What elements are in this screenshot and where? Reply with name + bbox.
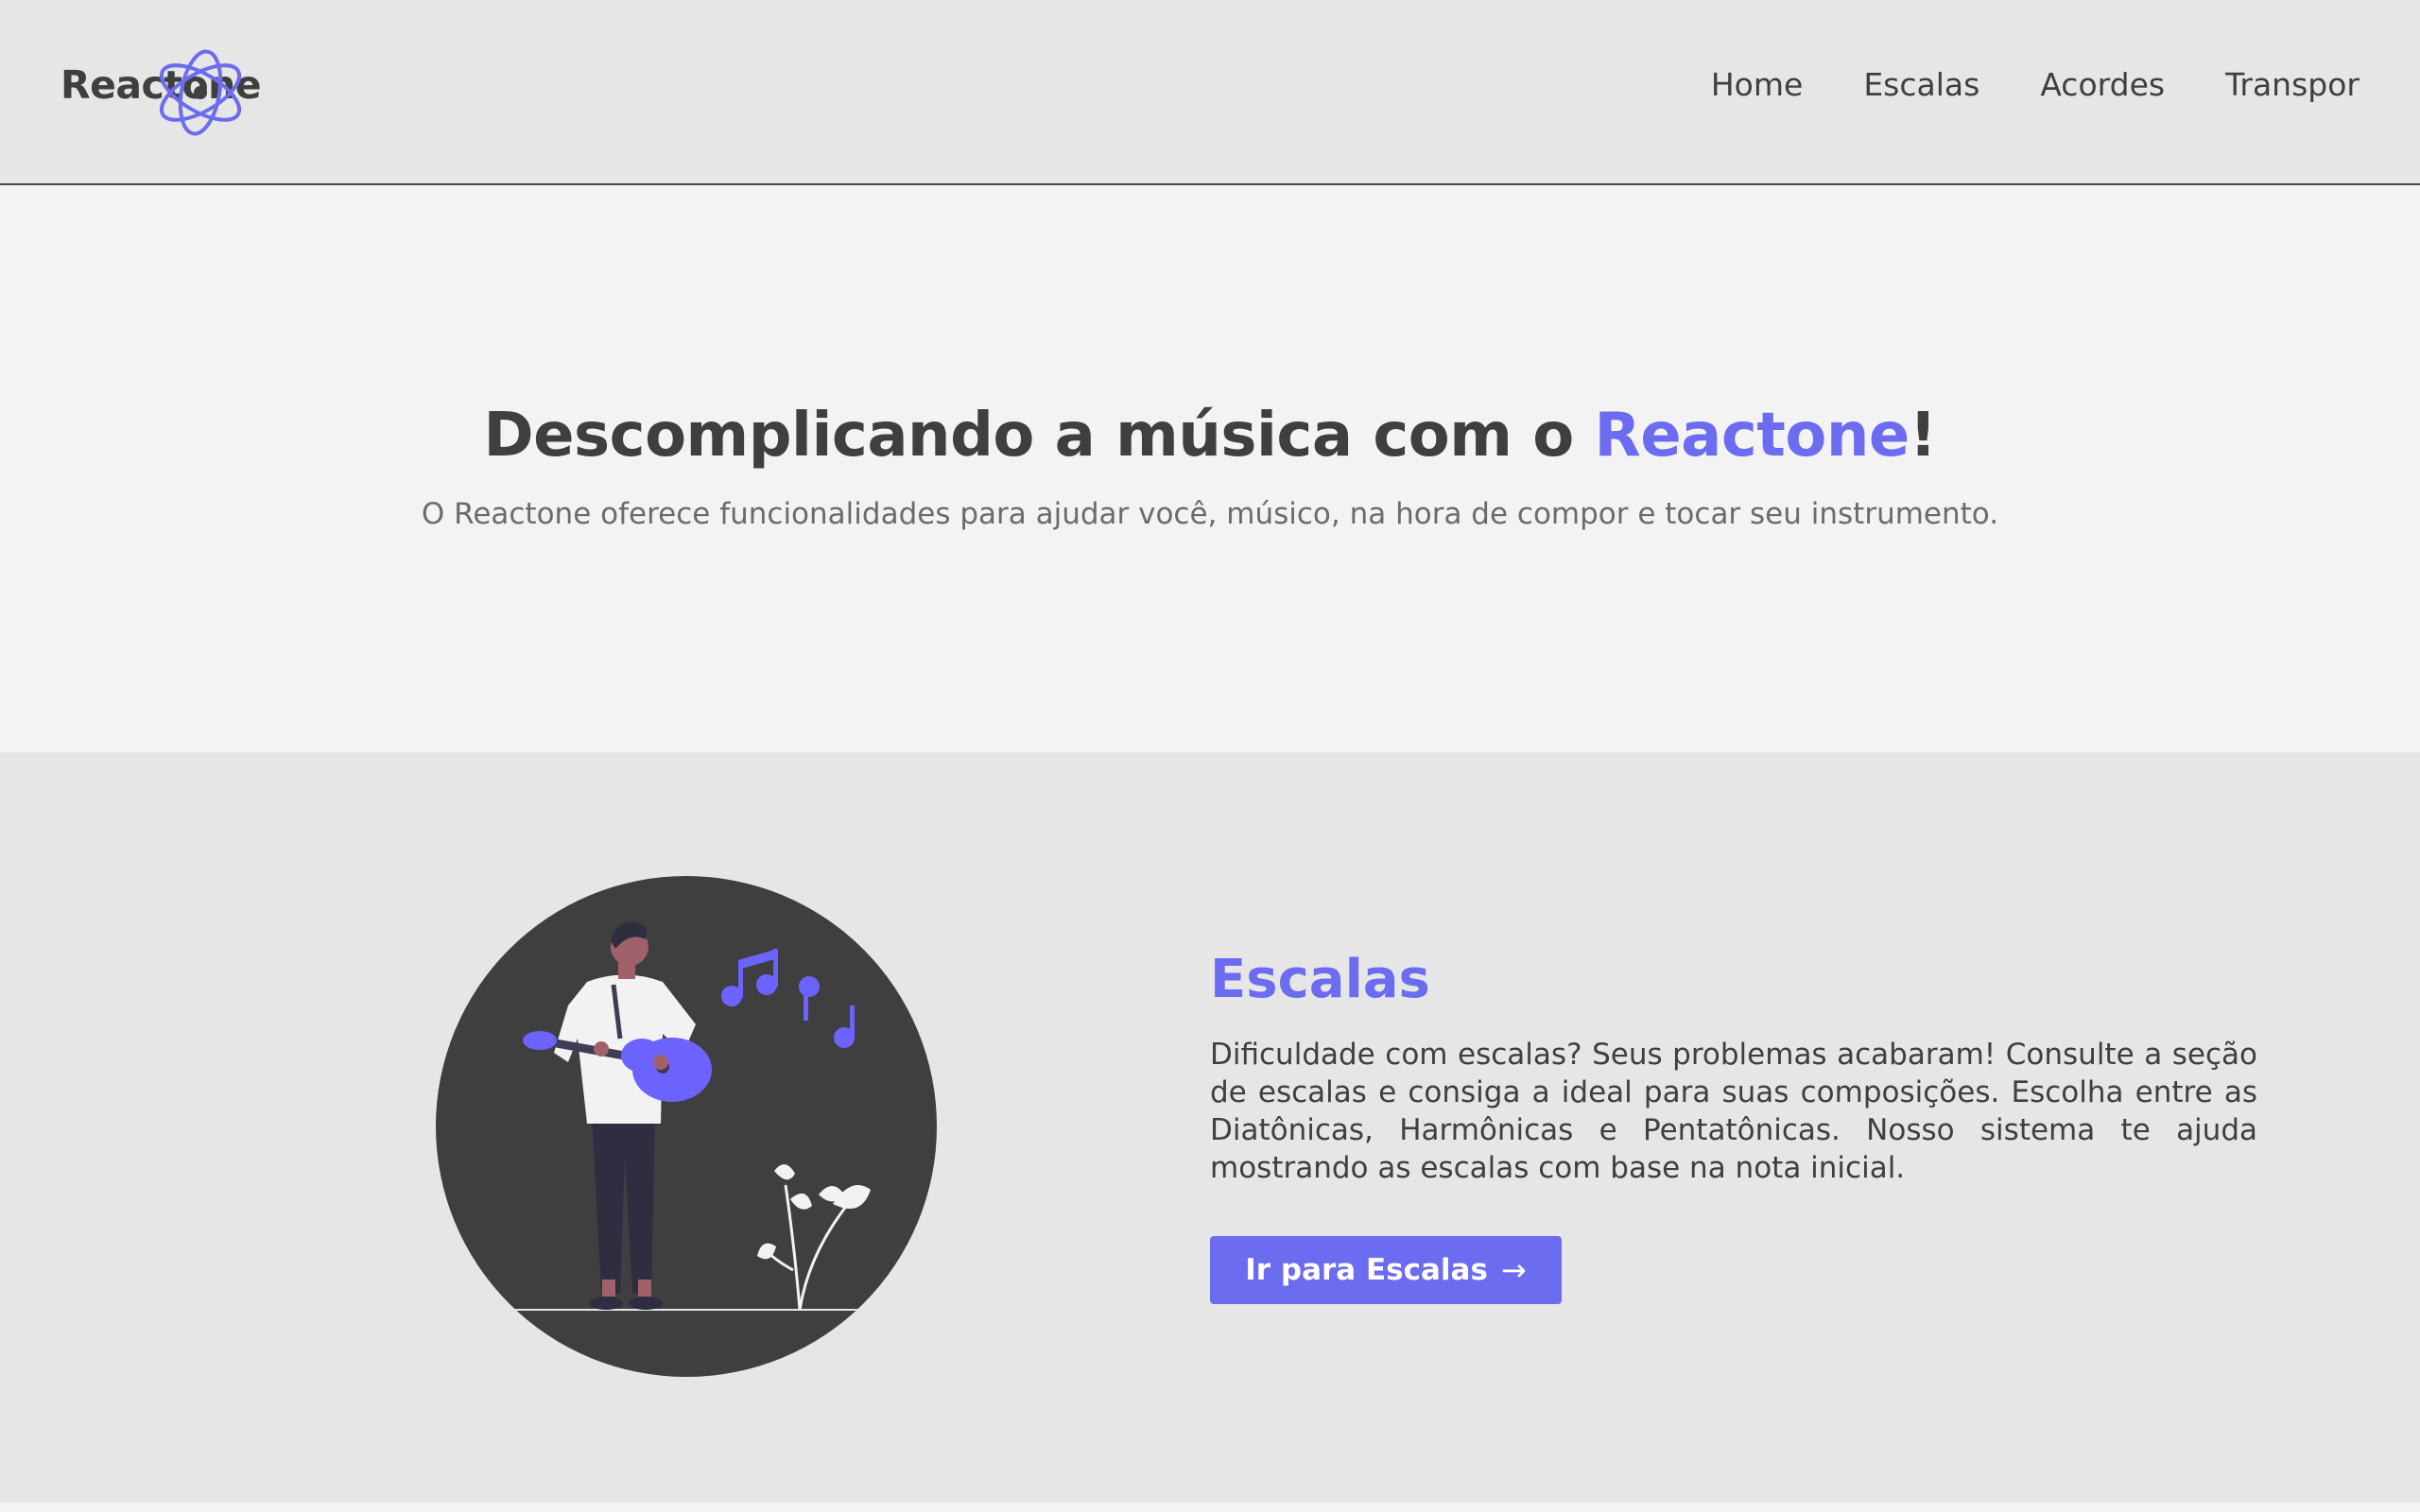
hero-title-accent: Reactone: [1594, 401, 1910, 471]
page-bottom-strip: [0, 1503, 2420, 1512]
hero-section: Descomplicando a música com o Reactone! …: [0, 185, 2420, 752]
section-description: Dificuldade com escalas? Seus problemas …: [1210, 1038, 2257, 1185]
nav-link-home[interactable]: Home: [1711, 66, 1803, 103]
hero-subtitle: O Reactone oferece funcionalidades para …: [421, 497, 1999, 531]
go-to-scales-label: Ir para Escalas: [1245, 1253, 1488, 1287]
logo-link[interactable]: Reactone: [60, 43, 262, 138]
scales-section: Escalas Dificuldade com escalas? Seus pr…: [0, 752, 2420, 1503]
hero-title-suffix: !: [1909, 401, 1937, 471]
section-title: Escalas: [1210, 949, 1430, 1010]
hero-title: Descomplicando a música com o Reactone!: [0, 401, 2420, 471]
nav-link-escalas[interactable]: Escalas: [1863, 66, 1979, 103]
atom-icon: [159, 49, 242, 136]
main-nav: Home Escalas Acordes Transpor: [1711, 66, 2360, 103]
hero-title-prefix: Descomplicando a música com o: [483, 401, 1595, 471]
go-to-scales-button[interactable]: Ir para Escalas →: [1210, 1236, 1562, 1304]
top-navbar: Reactone Home Escalas Acordes Transpor: [0, 0, 2420, 185]
guitarist-illustration: [436, 876, 937, 1377]
nav-link-transpor[interactable]: Transpor: [2225, 66, 2360, 103]
arrow-right-icon: →: [1500, 1252, 1527, 1288]
nav-link-acordes[interactable]: Acordes: [2040, 66, 2165, 103]
